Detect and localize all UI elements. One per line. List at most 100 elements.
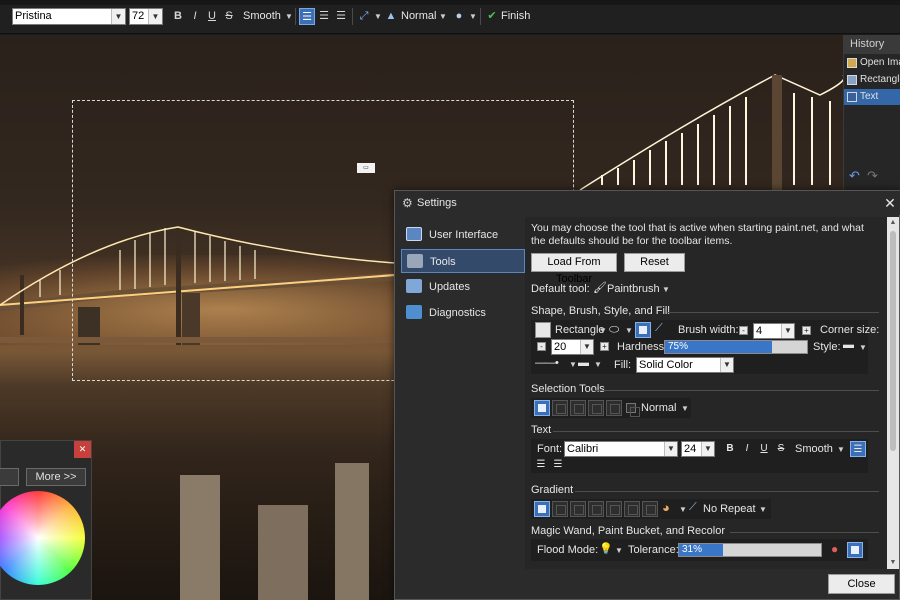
fill-combo[interactable]: Solid Color ▼	[636, 357, 734, 373]
sampling-layer-icon[interactable]: ●	[831, 542, 838, 556]
decrease-icon[interactable]: -	[537, 342, 546, 351]
strikethrough-button[interactable]: S	[221, 8, 237, 25]
shape-dropdown[interactable]: Rectangle	[555, 324, 605, 336]
chevron-down-icon[interactable]: ▼	[594, 360, 602, 369]
default-tool-dropdown[interactable]: Paintbrush	[607, 283, 660, 295]
increase-icon[interactable]: +	[802, 326, 811, 335]
selection-exclude-icon[interactable]	[570, 400, 586, 416]
radial-gradient-icon[interactable]	[588, 501, 604, 517]
font-name-combo[interactable]: Pristina ▼	[12, 8, 126, 25]
selection-replace-icon[interactable]	[534, 400, 550, 416]
align-right-button[interactable]: ☰	[550, 457, 566, 473]
chevron-down-icon[interactable]: ▼	[662, 285, 670, 294]
reset-button[interactable]: Reset	[624, 253, 685, 272]
finish-button[interactable]: Finish	[501, 8, 530, 25]
history-item-rectangle-select[interactable]: Rectangle Select	[844, 72, 900, 88]
antialiasing-on-icon[interactable]	[635, 322, 651, 338]
blend-mode-dropdown[interactable]: Normal	[401, 8, 436, 25]
chevron-down-icon[interactable]: ▼	[439, 8, 447, 25]
chevron-down-icon[interactable]: ▼	[285, 8, 293, 25]
load-from-toolbar-button[interactable]: Load From Toolbar	[531, 253, 617, 285]
tolerance-slider[interactable]: 31%	[678, 543, 822, 557]
settings-scrollbar[interactable]: ▲ ▼	[887, 217, 899, 569]
gradient-repeat-dropdown[interactable]: No Repeat	[703, 503, 756, 515]
chevron-down-icon[interactable]: ▼	[681, 404, 689, 413]
chevron-down-icon[interactable]: ▼	[569, 360, 577, 369]
repeat-mode-icon[interactable]: ⟋	[689, 501, 697, 514]
history-item-open-image[interactable]: Open Image	[844, 55, 900, 71]
selection-union-icon[interactable]	[552, 400, 568, 416]
dialog-titlebar[interactable]: ⚙ Settings ✕	[395, 191, 900, 215]
bold-button[interactable]: B	[722, 441, 738, 457]
chevron-down-icon[interactable]: ▼	[720, 358, 733, 372]
underline-button[interactable]: U	[756, 441, 772, 457]
increase-icon[interactable]: +	[600, 342, 609, 351]
chevron-down-icon[interactable]: ▼	[111, 9, 125, 24]
chevron-down-icon[interactable]: ▼	[759, 505, 767, 514]
less-button[interactable]	[0, 468, 19, 486]
chevron-down-icon[interactable]: ▼	[781, 324, 794, 338]
color-wheel[interactable]	[0, 491, 85, 585]
nav-item-updates[interactable]: Updates	[401, 275, 525, 299]
linear-gradient-icon[interactable]	[534, 501, 550, 517]
align-left-button[interactable]: ☰	[850, 441, 866, 457]
close-button[interactable]: Close	[828, 574, 895, 594]
nav-item-tools[interactable]: Tools	[401, 249, 525, 273]
chevron-down-icon[interactable]: ▼	[679, 505, 687, 514]
checkmark-icon[interactable]: ✔	[484, 8, 500, 25]
selection-clipping-icon[interactable]: ●	[451, 8, 467, 25]
chevron-down-icon[interactable]: ▼	[625, 326, 633, 335]
strikethrough-button[interactable]: S	[773, 441, 789, 457]
flood-mode-icon[interactable]: 💡	[599, 542, 613, 555]
corner-size-combo[interactable]: 20 ▼	[551, 339, 594, 355]
history-item-text[interactable]: Text	[844, 89, 900, 105]
chevron-down-icon[interactable]: ▼	[701, 442, 714, 456]
chevron-down-icon[interactable]: ▼	[374, 8, 382, 25]
sampling-image-icon[interactable]	[847, 542, 863, 558]
chevron-down-icon[interactable]: ▼	[580, 340, 593, 354]
close-icon[interactable]: ✕	[881, 193, 899, 213]
shape-type-icon[interactable]: ⬭	[609, 322, 619, 337]
reflected-gradient-icon[interactable]	[552, 501, 568, 517]
chevron-down-icon[interactable]: ▼	[148, 9, 162, 24]
bold-button[interactable]: B	[170, 8, 186, 25]
brush-width-combo[interactable]: 4 ▼	[753, 323, 795, 339]
color-mode-icon[interactable]: ◕	[662, 500, 670, 515]
text-smoothing-dropdown[interactable]: Smooth	[795, 443, 833, 455]
arrow-style-icon[interactable]: ——•	[535, 357, 559, 369]
align-left-button[interactable]: ☰	[299, 8, 315, 25]
smoothing-dropdown[interactable]: Smooth	[243, 8, 281, 25]
underline-button[interactable]: U	[204, 8, 220, 25]
chevron-down-icon[interactable]: ▼	[664, 442, 677, 456]
selection-xor-icon[interactable]	[606, 400, 622, 416]
nav-item-diagnostics[interactable]: Diagnostics	[401, 301, 525, 325]
chevron-down-icon[interactable]: ▼	[859, 343, 867, 352]
close-icon[interactable]: ✕	[74, 441, 91, 458]
font-size-combo[interactable]: 24 ▼	[681, 441, 715, 457]
chevron-down-icon[interactable]: ▼	[615, 546, 623, 555]
redo-icon[interactable]: ↷	[867, 168, 878, 184]
italic-button[interactable]: I	[187, 8, 203, 25]
font-size-combo[interactable]: 72 ▼	[129, 8, 163, 25]
conical-gradient-icon[interactable]	[606, 501, 622, 517]
selection-intersect-icon[interactable]	[588, 400, 604, 416]
scrollbar-thumb[interactable]	[890, 231, 896, 451]
blend-mode-icon[interactable]: ▲	[383, 8, 399, 25]
font-combo[interactable]: Calibri ▼	[564, 441, 678, 457]
diamond-gradient-icon[interactable]	[570, 501, 586, 517]
more-button[interactable]: More >>	[26, 468, 86, 486]
chevron-down-icon[interactable]: ▼	[469, 8, 477, 25]
nav-item-user-interface[interactable]: User Interface	[401, 223, 525, 247]
line-style-icon[interactable]: ▬	[843, 339, 854, 351]
antialiasing-icon[interactable]: ⤢	[356, 8, 372, 25]
chevron-down-icon[interactable]: ▼	[599, 326, 607, 335]
undo-icon[interactable]: ↶	[849, 168, 860, 184]
dash-style-icon[interactable]: ▬	[578, 357, 589, 369]
hardness-slider[interactable]: 75%	[664, 340, 808, 354]
chevron-down-icon[interactable]: ▼	[837, 445, 845, 454]
rectangle-shape-icon[interactable]	[535, 322, 551, 338]
italic-button[interactable]: I	[739, 441, 755, 457]
spiral-cw-gradient-icon[interactable]	[624, 501, 640, 517]
decrease-icon[interactable]: -	[739, 326, 748, 335]
scroll-down-icon[interactable]: ▼	[887, 557, 899, 569]
